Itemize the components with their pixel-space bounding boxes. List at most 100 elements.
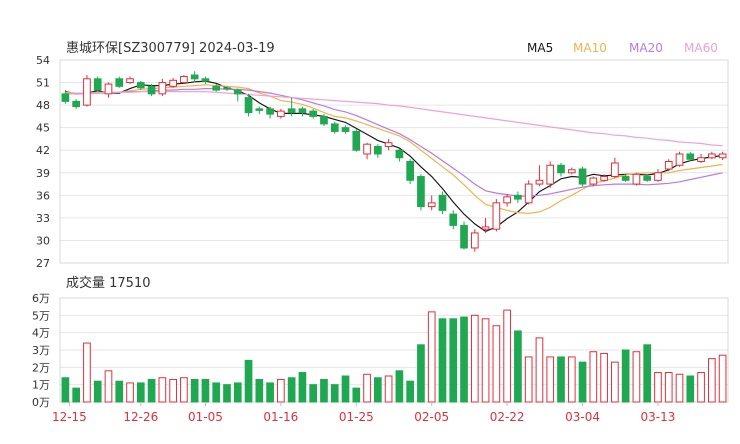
candle-body (115, 78, 124, 87)
candle (578, 166, 587, 187)
candle (147, 84, 156, 97)
volume-tick-label: 3万 (32, 344, 50, 357)
candle (180, 75, 188, 85)
candle-body (61, 93, 70, 102)
candle-body (104, 83, 113, 95)
candle-body (352, 130, 361, 151)
price-tick-label: 33 (36, 212, 50, 225)
candle-body (320, 115, 328, 125)
chart-title: 惠城环保[SZ300779] 2024-03-19 (66, 41, 275, 56)
candle-body (470, 232, 479, 249)
volume-bar (427, 311, 436, 403)
candle-body (460, 224, 468, 249)
candle (395, 148, 404, 162)
volume-bar (180, 377, 188, 403)
candle (406, 159, 415, 185)
date-label: 01-25 (339, 410, 374, 424)
candle-body (427, 202, 436, 208)
candle (514, 191, 522, 203)
volume-bar (255, 378, 264, 403)
candle-body (223, 87, 231, 90)
candle-body (158, 82, 167, 95)
candle-body (524, 183, 533, 204)
volume-bar (190, 378, 199, 403)
volume-bar (330, 384, 339, 403)
ma-line-ma60 (65, 90, 723, 147)
volume-bar (470, 314, 479, 403)
candle (470, 229, 479, 252)
volume-tick-label: 5万 (32, 309, 50, 322)
date-label: 01-05 (188, 410, 223, 424)
candle (654, 169, 662, 182)
volume-bar (298, 372, 307, 403)
candle (72, 99, 81, 109)
candle (352, 129, 361, 152)
volume-title: 成交量 17510 (66, 275, 151, 291)
candle-body (212, 85, 221, 91)
volume-bar (126, 382, 134, 403)
volume-bar (115, 380, 124, 403)
price-tick-label: 27 (36, 257, 50, 270)
volume-bar (707, 358, 716, 403)
volume-bar (697, 372, 705, 403)
date-label: 03-13 (641, 410, 676, 424)
volume-tick-label: 6万 (32, 292, 50, 305)
candle-body (147, 85, 156, 95)
candle (524, 180, 533, 205)
candle (169, 78, 177, 88)
volume-bar (384, 375, 393, 403)
candle (438, 191, 447, 215)
candle (320, 114, 328, 127)
date-label: 01-16 (263, 410, 298, 424)
price-tick-label: 48 (36, 99, 50, 112)
volume-bars (61, 309, 727, 403)
candle-body (546, 164, 555, 185)
volume-bar (201, 378, 210, 403)
volume-bar (320, 378, 328, 403)
candle-body (686, 153, 695, 160)
candle-body (363, 143, 371, 155)
candle-body (567, 169, 576, 174)
volume-bar (352, 387, 361, 403)
volume-bar (147, 378, 156, 403)
candle-body (180, 76, 188, 84)
volume-bar (287, 377, 296, 403)
candle (384, 138, 393, 151)
candle-body (277, 110, 285, 117)
volume-bar (675, 373, 684, 403)
volume-bar (373, 377, 382, 403)
legend-ma60: MA60 (684, 41, 718, 55)
ma-legend: MA5 MA10 MA20 MA60 (527, 41, 718, 55)
candle-body (503, 196, 511, 204)
stock-chart: 惠城环保[SZ300779] 2024-03-19 MA5 MA10 MA20 MA6… (0, 0, 740, 440)
candle-body (266, 108, 274, 115)
candle (417, 174, 425, 211)
candle (492, 199, 501, 232)
date-label: 02-05 (414, 410, 449, 424)
candle (93, 76, 102, 92)
volume-bar (223, 384, 231, 403)
volume-bar (611, 361, 619, 403)
price-tick-label: 30 (36, 234, 50, 247)
volume-tick-label: 1万 (32, 379, 50, 392)
volume-bar (395, 370, 404, 403)
candle-body (83, 78, 91, 106)
volume-bar (514, 330, 522, 403)
volume-bar (244, 359, 253, 403)
candle-body (341, 127, 350, 132)
volume-tick-label: 0万 (32, 396, 50, 409)
volume-bar (266, 382, 274, 403)
volume-bar (449, 318, 458, 403)
candle-body (244, 97, 253, 114)
volume-bar (621, 349, 630, 403)
candle (83, 75, 91, 107)
volume-bar (654, 372, 662, 403)
candle (697, 153, 705, 164)
candle (126, 76, 134, 85)
volume-bar (158, 377, 167, 403)
candle (266, 106, 274, 119)
candle-body (298, 108, 307, 114)
candle (567, 167, 576, 175)
candle-body (707, 153, 716, 159)
volume-bar (589, 351, 598, 403)
